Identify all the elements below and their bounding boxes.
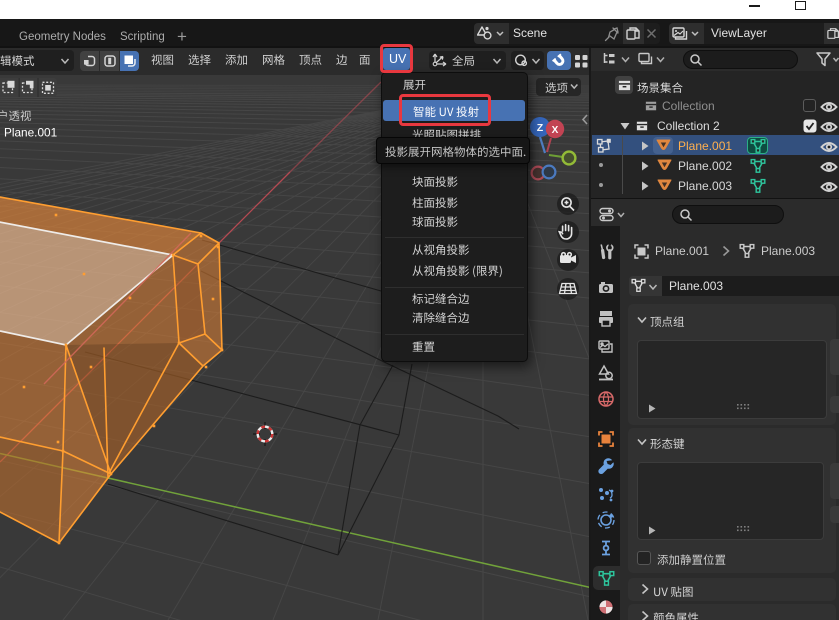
svg-text:Plane.001: Plane.001 [4, 126, 57, 140]
svg-text:X: X [552, 125, 559, 136]
svg-text:Z: Z [537, 122, 544, 134]
